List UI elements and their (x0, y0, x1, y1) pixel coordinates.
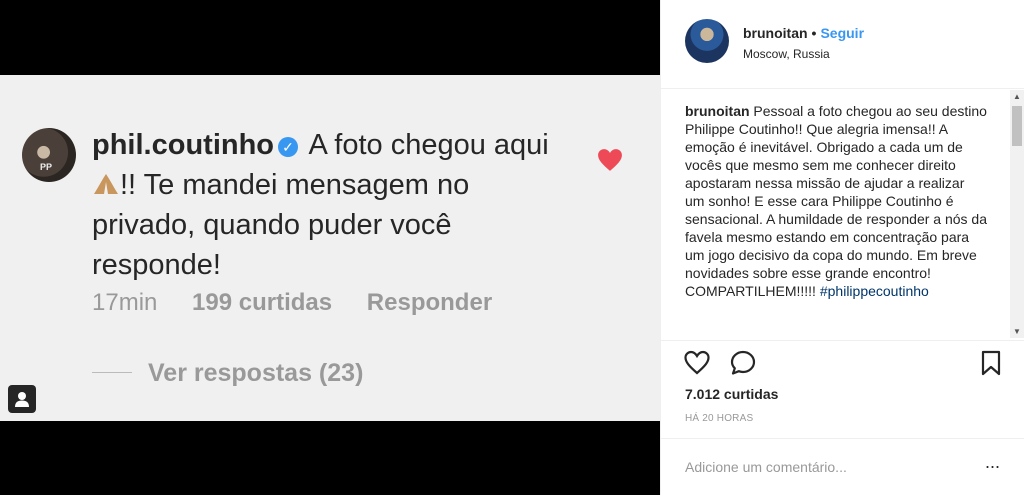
camera-icon-glyph (15, 392, 29, 407)
separator: • (811, 25, 817, 41)
heart-icon[interactable] (683, 349, 711, 377)
camera-icon[interactable] (8, 385, 36, 413)
bookmark-icon[interactable] (977, 349, 1005, 377)
post-header: brunoitan • Seguir Moscow, Russia (661, 0, 1024, 89)
post-actions (661, 340, 1024, 386)
photo-comment-username: phil.coutinho (92, 129, 275, 161)
pray-emoji-icon (94, 174, 118, 194)
avatar[interactable] (685, 19, 729, 63)
scroll-thumb[interactable] (1012, 106, 1022, 146)
photo-comment-text: phil.coutinho ✓ A foto chegou aqui !! Te … (92, 125, 562, 285)
photo-comment-likes: 199 curtidas (192, 289, 333, 316)
caption-text: Pessoal a foto chegou ao seu destino Phi… (685, 103, 987, 299)
post-caption: brunoitan Pessoal a foto chegou ao seu d… (685, 102, 987, 338)
scroll-up-icon[interactable]: ▲ (1013, 92, 1021, 101)
follow-button[interactable]: Seguir (820, 25, 864, 41)
photo-comment-meta: 17min 199 curtidas Responder (92, 289, 520, 317)
add-comment-bar: Adicione um comentário... ... (661, 438, 1024, 496)
scroll-down-icon[interactable]: ▼ (1013, 327, 1021, 336)
heart-icon (598, 149, 622, 171)
comment-screenshot-photo: PP phil.coutinho ✓ A foto chegou aqui !! … (0, 75, 660, 421)
verified-badge-icon: ✓ (278, 137, 299, 157)
caption-username[interactable]: brunoitan (685, 103, 750, 119)
comment-icon[interactable] (729, 349, 757, 377)
divider (92, 372, 132, 373)
post-likes[interactable]: 7.012 curtidas (685, 386, 778, 402)
caption-hashtag[interactable]: #philippecoutinho (820, 283, 929, 299)
photo-view-replies: Ver respostas (23) (92, 359, 363, 388)
photo-comment-body-rest: !! Te mandei mensagem no privado, quando… (92, 169, 470, 281)
comment-input[interactable]: Adicione um comentário... (685, 459, 847, 475)
post-username[interactable]: brunoitan (743, 25, 808, 41)
comment-avatar: PP (22, 128, 76, 182)
post-time: HÁ 20 HORAS (685, 413, 754, 424)
more-options-icon[interactable]: ... (985, 452, 1000, 473)
post-sidebar: brunoitan • Seguir Moscow, Russia brunoita… (660, 0, 1024, 495)
photo-comment-time: 17min (92, 289, 158, 316)
caption-scrollbar[interactable]: ▲ ▼ (1010, 90, 1024, 338)
post-header-line: brunoitan • Seguir (743, 25, 864, 41)
post-location[interactable]: Moscow, Russia (743, 47, 830, 61)
photo-comment-reply: Responder (366, 289, 493, 316)
view-replies-label: Ver respostas (23) (148, 359, 364, 387)
photo-comment-body: A foto chegou aqui (308, 129, 549, 161)
post-media[interactable]: PP phil.coutinho ✓ A foto chegou aqui !! … (0, 0, 660, 495)
